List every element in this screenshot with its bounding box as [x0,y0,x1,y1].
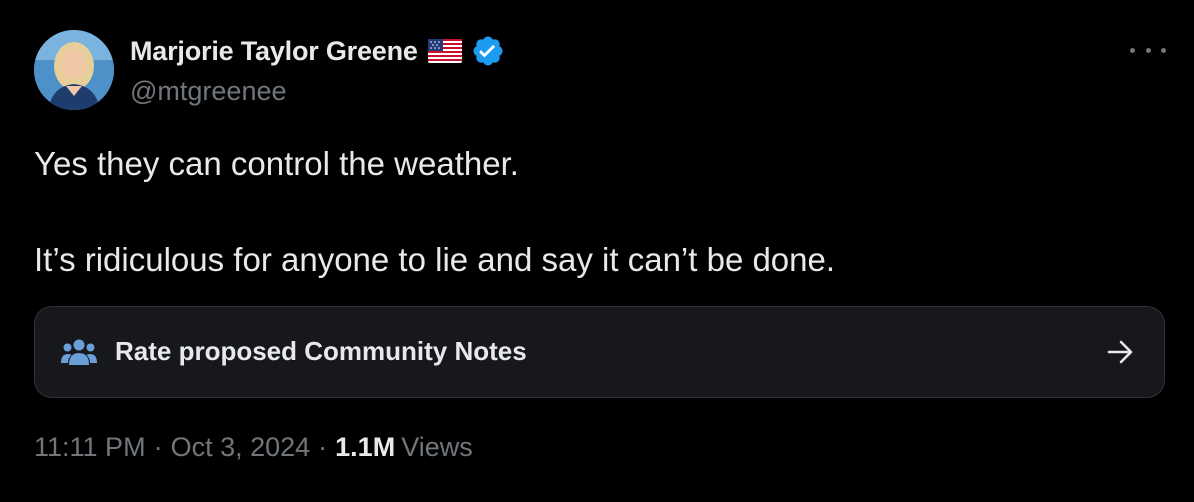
author-name-row: Marjorie Taylor Greene [130,33,505,69]
views-count[interactable]: 1.1M [335,432,395,463]
tweet-time[interactable]: 11:11 PM [34,432,146,463]
tweet-paragraph: It’s ridiculous for anyone to lie and sa… [34,241,836,278]
tweet: Marjorie Taylor Greene @mtgreenee Yes th… [0,0,1194,502]
tweet-paragraph: Yes they can control the weather. [34,145,519,182]
people-icon [61,337,97,367]
meta-separator: · [153,432,163,462]
author-handle[interactable]: @mtgreenee [130,76,287,107]
avatar[interactable] [34,30,114,110]
community-notes-label: Rate proposed Community Notes [115,336,527,366]
community-notes-button[interactable]: Rate proposed Community Notes [34,306,1165,398]
us-flag-icon [427,39,462,63]
tweet-date[interactable]: Oct 3, 2024 [171,432,311,463]
views-label[interactable]: Views [401,432,473,463]
more-options-icon[interactable] [1128,36,1168,64]
arrow-right-icon [1107,339,1135,365]
tweet-meta: 11:11 PM · Oct 3, 2024 · 1.1M Views [34,432,473,463]
tweet-text: Yes they can control the weather. It’s r… [34,140,1154,284]
author-display-name[interactable]: Marjorie Taylor Greene [130,36,418,67]
meta-separator: · [318,432,328,462]
verified-badge-icon[interactable] [471,34,505,68]
